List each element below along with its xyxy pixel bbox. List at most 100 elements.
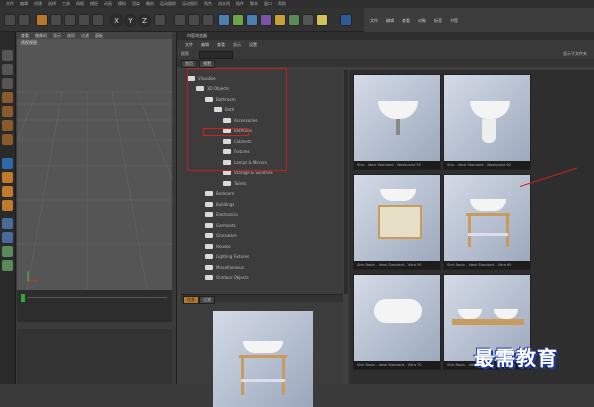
x-axis-icon[interactable]: X bbox=[110, 14, 123, 27]
om-menu-edit[interactable]: 编辑 bbox=[386, 18, 394, 24]
tree-item[interactable]: Glassware bbox=[205, 232, 237, 240]
tree-item[interactable]: Outdoor Objects bbox=[205, 274, 249, 282]
material-menu bbox=[17, 322, 172, 329]
snap-icon[interactable] bbox=[2, 172, 13, 183]
menu-animate[interactable]: 动画 bbox=[104, 1, 112, 7]
menu-motion-tracking[interactable]: 运动跟踪 bbox=[160, 1, 176, 7]
tab-info[interactable]: 信息 bbox=[183, 296, 199, 304]
tree-item[interactable]: Houses bbox=[205, 242, 231, 250]
om-menu-view[interactable]: 查看 bbox=[402, 18, 410, 24]
select-tool-icon[interactable] bbox=[36, 14, 48, 26]
perspective-viewport[interactable]: 查看 摄像机 显示 选项 过滤 面板 透视视图 bbox=[17, 32, 172, 290]
menu-character[interactable]: 角色 bbox=[204, 1, 212, 7]
vp-menu-view[interactable]: 查看 bbox=[21, 33, 29, 39]
menu-script[interactable]: 脚本 bbox=[250, 1, 258, 7]
br-menu-view[interactable]: 查看 bbox=[217, 42, 225, 48]
menu-file[interactable]: 文件 bbox=[6, 1, 14, 7]
om-menu-tags[interactable]: 标签 bbox=[434, 18, 442, 24]
br-menu-file[interactable]: 文件 bbox=[185, 42, 193, 48]
menu-select[interactable]: 选择 bbox=[48, 1, 56, 7]
timeline[interactable] bbox=[17, 290, 172, 322]
points-mode-icon[interactable] bbox=[2, 106, 13, 117]
cube-icon[interactable] bbox=[218, 14, 230, 26]
tree-item[interactable]: Electronics bbox=[205, 211, 238, 219]
thumbnail-item[interactable]: Sink Basin - Ideal Standard - Vitra 60 bbox=[443, 174, 531, 270]
menu-window[interactable]: 窗口 bbox=[264, 1, 272, 7]
subdivision-icon[interactable] bbox=[246, 14, 258, 26]
br-menu-display[interactable]: 显示 bbox=[233, 42, 241, 48]
render-view-icon[interactable] bbox=[174, 14, 186, 26]
coordinate-system-icon[interactable] bbox=[154, 14, 166, 26]
camera-icon[interactable] bbox=[302, 14, 314, 26]
y-axis-icon[interactable]: Y bbox=[124, 14, 137, 27]
tab-filter[interactable]: 过滤 bbox=[199, 296, 215, 304]
menu-snap[interactable]: 捕捉 bbox=[90, 1, 98, 7]
axis-mode-icon[interactable] bbox=[2, 158, 13, 169]
make-editable-icon[interactable] bbox=[2, 50, 13, 61]
viewport-solo-icon[interactable] bbox=[2, 260, 13, 271]
search-input[interactable] bbox=[199, 51, 233, 59]
spline-icon[interactable] bbox=[232, 14, 244, 26]
panel-splitter[interactable] bbox=[344, 70, 348, 294]
menu-render[interactable]: 渲染 bbox=[132, 1, 140, 7]
br-menu-edit[interactable]: 编辑 bbox=[201, 42, 209, 48]
lock-workplane-icon[interactable] bbox=[2, 218, 13, 229]
light-icon[interactable] bbox=[316, 14, 328, 26]
thumbnail-item[interactable]: Sink Basin - Ideal Standard - Vitra 70 bbox=[353, 274, 441, 370]
thumbnail-item[interactable]: Sink Basin - Ideal Standard - Vitra 50 bbox=[353, 174, 441, 270]
thumbnail-item[interactable]: Sink - Ideal Standard - Washpoint 60 bbox=[443, 74, 531, 170]
om-menu-file[interactable]: 文件 bbox=[370, 18, 378, 24]
edges-mode-icon[interactable] bbox=[2, 120, 13, 131]
menu-pipeline[interactable]: 流水线 bbox=[218, 1, 230, 7]
menu-edit[interactable]: 编辑 bbox=[20, 1, 28, 7]
undo-icon[interactable] bbox=[4, 14, 16, 26]
menu-sculpt[interactable]: 雕刻 bbox=[146, 1, 154, 7]
om-menu-objects[interactable]: 对象 bbox=[418, 18, 426, 24]
scale-tool-icon[interactable] bbox=[64, 14, 76, 26]
move-tool-icon[interactable] bbox=[50, 14, 62, 26]
z-axis-icon[interactable]: Z bbox=[138, 14, 151, 27]
tab-home[interactable]: 首页 bbox=[181, 60, 197, 68]
solo-icon[interactable] bbox=[2, 246, 13, 257]
tab-presets[interactable]: 预置 bbox=[199, 60, 215, 68]
menu-simulate[interactable]: 模拟 bbox=[118, 1, 126, 7]
vp-menu-options[interactable]: 选项 bbox=[67, 33, 75, 39]
tree-item[interactable]: Garments bbox=[205, 221, 236, 229]
scene-icon[interactable] bbox=[288, 14, 300, 26]
render-picture-viewer-icon[interactable] bbox=[188, 14, 200, 26]
menu-help[interactable]: 帮助 bbox=[278, 1, 286, 7]
planar-workplane-icon[interactable] bbox=[2, 232, 13, 243]
thumbnail-item[interactable]: Sink - Ideal Standard - Washpoint 50 bbox=[353, 74, 441, 170]
tree-item[interactable]: Bedroom bbox=[205, 190, 234, 198]
menu-mesh[interactable]: 网格 bbox=[76, 1, 84, 7]
texture-mode-icon[interactable] bbox=[2, 78, 13, 89]
workplane-icon[interactable] bbox=[2, 92, 13, 103]
polygons-mode-icon[interactable] bbox=[2, 134, 13, 145]
tweak-mode-icon[interactable] bbox=[2, 200, 13, 211]
symmetry-icon[interactable] bbox=[2, 186, 13, 197]
br-menu-settings[interactable]: 设置 bbox=[249, 42, 257, 48]
rotate-tool-icon[interactable] bbox=[78, 14, 90, 26]
deformer-icon[interactable] bbox=[274, 14, 286, 26]
render-settings-icon[interactable] bbox=[202, 14, 214, 26]
redo-icon[interactable] bbox=[18, 14, 30, 26]
menu-create[interactable]: 创建 bbox=[34, 1, 42, 7]
vp-menu-camera[interactable]: 摄像机 bbox=[35, 33, 47, 39]
vp-menu-panel[interactable]: 面板 bbox=[95, 33, 103, 39]
menu-tools[interactable]: 工具 bbox=[62, 1, 70, 7]
menu-plugins[interactable]: 插件 bbox=[236, 1, 244, 7]
tree-item[interactable]: Lighting Fixtures bbox=[205, 253, 249, 261]
tree-item[interactable]: Miscellaneous bbox=[205, 263, 244, 271]
python-icon[interactable] bbox=[340, 14, 352, 26]
show-subfolders-option[interactable]: 显示子文件夹 bbox=[563, 51, 587, 57]
tree-item[interactable]: Toilets bbox=[223, 179, 247, 187]
om-menu-bookmarks[interactable]: 书签 bbox=[450, 18, 458, 24]
model-mode-icon[interactable] bbox=[2, 64, 13, 75]
menu-mograph[interactable]: 运动图形 bbox=[182, 1, 198, 7]
mograph-icon[interactable] bbox=[260, 14, 272, 26]
vp-menu-filter[interactable]: 过滤 bbox=[81, 33, 89, 39]
tree-item[interactable]: Buildings bbox=[205, 200, 234, 208]
recent-tool-icon[interactable] bbox=[92, 14, 104, 26]
vp-menu-display[interactable]: 显示 bbox=[53, 33, 61, 39]
timeline-playhead[interactable] bbox=[21, 294, 25, 302]
